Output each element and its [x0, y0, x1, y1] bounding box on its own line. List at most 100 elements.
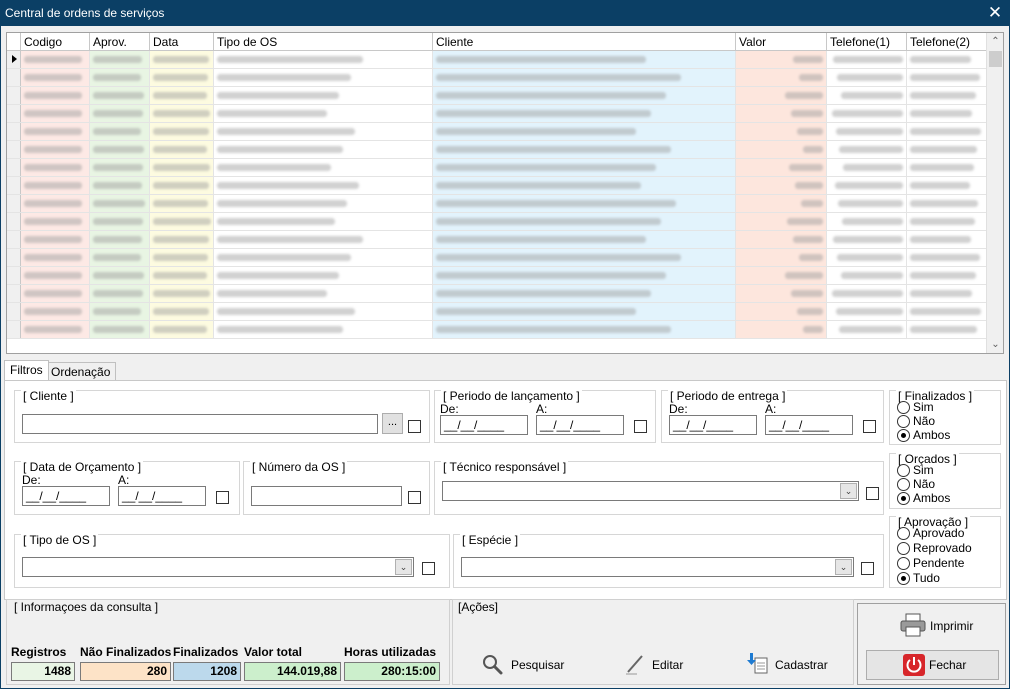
table-row[interactable]	[7, 267, 987, 285]
table-cell	[736, 321, 827, 338]
periodo-entrega-a-input[interactable]: __/__/____	[765, 415, 853, 435]
row-indicator[interactable]	[7, 285, 21, 302]
imprimir-button[interactable]: Imprimir	[866, 611, 999, 641]
col-aprov[interactable]: Aprov.	[90, 33, 150, 51]
tecnico-checkbox[interactable]	[866, 487, 879, 500]
data-orcamento-a-input[interactable]: __/__/____	[118, 486, 206, 506]
fechar-label: Fechar	[929, 658, 967, 672]
table-cell	[827, 69, 907, 86]
orders-grid[interactable]: Codigo Aprov. Data Tipo de OS Cliente Va…	[6, 32, 1004, 354]
tecnico-select[interactable]: ⌄	[442, 481, 859, 501]
row-indicator[interactable]	[7, 267, 21, 284]
col-valor[interactable]: Valor	[736, 33, 827, 51]
table-row[interactable]	[7, 123, 987, 141]
table-cell	[21, 285, 90, 302]
table-row[interactable]	[7, 105, 987, 123]
table-cell	[827, 267, 907, 284]
row-indicator[interactable]	[7, 213, 21, 230]
table-cell	[433, 213, 736, 230]
table-row[interactable]	[7, 177, 987, 195]
periodo-entrega-checkbox[interactable]	[863, 420, 876, 433]
table-cell	[907, 51, 987, 68]
table-cell	[214, 87, 433, 104]
row-indicator[interactable]	[7, 87, 21, 104]
close-icon[interactable]: ✕	[980, 0, 1010, 26]
periodo-entrega-de-input[interactable]: __/__/____	[669, 415, 757, 435]
grid-vertical-scrollbar[interactable]: ⌃ ⌄	[986, 33, 1003, 353]
cliente-checkbox[interactable]	[408, 420, 421, 433]
data-orcamento-checkbox[interactable]	[216, 491, 229, 504]
query-info-panel: [ Informaçoes da consulta ] Registros Nã…	[6, 599, 450, 685]
table-row[interactable]	[7, 159, 987, 177]
cliente-input[interactable]	[22, 414, 378, 434]
scroll-thumb[interactable]	[989, 51, 1002, 67]
table-cell	[736, 213, 827, 230]
row-indicator[interactable]	[7, 303, 21, 320]
table-row[interactable]	[7, 303, 987, 321]
col-telefone1[interactable]: Telefone(1)	[827, 33, 907, 51]
scroll-up-icon[interactable]: ⌃	[987, 33, 1003, 50]
row-indicator[interactable]	[7, 141, 21, 158]
table-cell	[150, 159, 214, 176]
cliente-browse-button[interactable]: ...	[382, 413, 403, 434]
table-row[interactable]	[7, 87, 987, 105]
row-indicator[interactable]	[7, 231, 21, 248]
row-indicator[interactable]	[7, 69, 21, 86]
especie-checkbox[interactable]	[861, 562, 874, 575]
tecnico-legend: [ Técnico responsável ]	[441, 460, 569, 474]
editar-button[interactable]: Editar	[623, 651, 693, 677]
periodo-lancamento-legend: [ Periodo de lançamento ]	[441, 389, 582, 403]
table-cell	[827, 231, 907, 248]
table-cell	[150, 177, 214, 194]
periodo-lancamento-checkbox[interactable]	[634, 420, 647, 433]
chevron-down-icon[interactable]: ⌄	[840, 483, 857, 499]
row-indicator[interactable]	[7, 195, 21, 212]
pesquisar-button[interactable]: Pesquisar	[481, 651, 571, 677]
actions-legend: [Ações]	[458, 600, 499, 614]
table-row[interactable]	[7, 141, 987, 159]
table-row[interactable]	[7, 321, 987, 339]
numero-os-input[interactable]	[251, 486, 402, 506]
scroll-down-icon[interactable]: ⌄	[987, 336, 1003, 353]
table-row[interactable]	[7, 213, 987, 231]
col-codigo[interactable]: Codigo	[21, 33, 90, 51]
horas-label: Horas utilizadas	[344, 645, 437, 659]
tab-ordenacao[interactable]: Ordenação	[45, 362, 117, 381]
col-tipo-os[interactable]: Tipo de OS	[214, 33, 433, 51]
numero-os-checkbox[interactable]	[408, 491, 421, 504]
table-cell	[433, 159, 736, 176]
table-row[interactable]	[7, 285, 987, 303]
row-indicator[interactable]	[7, 321, 21, 338]
cadastrar-label: Cadastrar	[775, 658, 828, 672]
table-cell	[21, 141, 90, 158]
table-row[interactable]	[7, 249, 987, 267]
row-indicator[interactable]	[7, 177, 21, 194]
row-indicator[interactable]	[7, 159, 21, 176]
table-row[interactable]	[7, 195, 987, 213]
col-cliente[interactable]: Cliente	[433, 33, 736, 51]
table-cell	[907, 321, 987, 338]
row-indicator[interactable]	[7, 249, 21, 266]
table-cell	[907, 285, 987, 302]
table-cell	[150, 303, 214, 320]
table-row[interactable]	[7, 69, 987, 87]
data-orcamento-de-input[interactable]: __/__/____	[22, 486, 110, 506]
cadastrar-button[interactable]: Cadastrar	[747, 651, 828, 677]
especie-select[interactable]: ⌄	[461, 557, 854, 577]
periodo-lancamento-de-input[interactable]: __/__/____	[440, 415, 528, 435]
row-indicator[interactable]	[7, 105, 21, 122]
tipo-os-legend: [ Tipo de OS ]	[21, 533, 99, 547]
row-indicator[interactable]	[7, 51, 21, 68]
col-telefone2[interactable]: Telefone(2)	[907, 33, 987, 51]
tipo-os-select[interactable]: ⌄	[22, 557, 414, 577]
tab-filtros[interactable]: Filtros	[4, 360, 49, 380]
row-indicator[interactable]	[7, 123, 21, 140]
table-row[interactable]	[7, 51, 987, 69]
fechar-button[interactable]: Fechar	[866, 650, 999, 680]
col-data[interactable]: Data	[150, 33, 214, 51]
tipo-os-checkbox[interactable]	[422, 562, 435, 575]
chevron-down-icon[interactable]: ⌄	[835, 559, 852, 575]
periodo-lancamento-a-input[interactable]: __/__/____	[536, 415, 624, 435]
table-row[interactable]	[7, 231, 987, 249]
chevron-down-icon[interactable]: ⌄	[395, 559, 412, 575]
